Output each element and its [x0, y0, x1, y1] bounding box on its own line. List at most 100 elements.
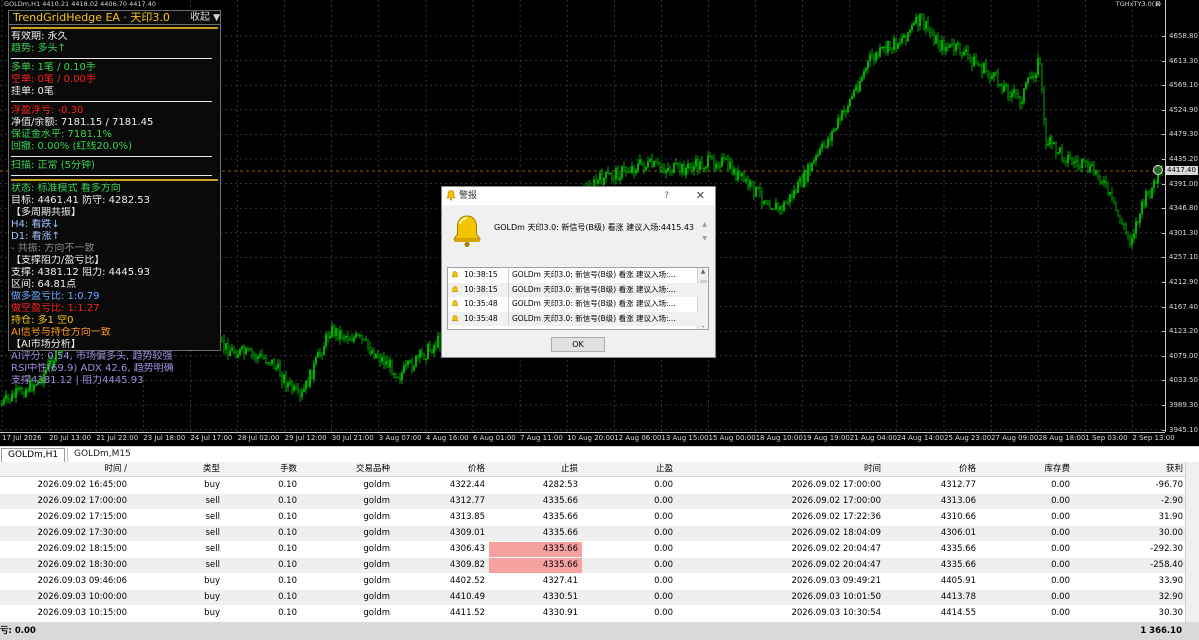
candle-body [419, 350, 421, 359]
candle-body [829, 138, 831, 141]
column-header[interactable]: 时间 / [104, 462, 127, 477]
candle-body [847, 105, 849, 113]
candle-body [685, 168, 687, 176]
alert-row[interactable]: 10:38:15 GOLDm 天印3.0: 新信号(B级) 看涨 建议入场:... [448, 282, 708, 297]
candle-body [743, 172, 745, 182]
table-cell: 4309.01 [449, 528, 485, 538]
alert-row[interactable]: 10:35:48 GOLDm 天印3.0: 新信号(B级) 看涨 建议入场:... [448, 311, 708, 326]
candle-body [961, 53, 963, 56]
candle-body [655, 161, 657, 163]
table-row[interactable]: 2026.09.02 16:45:00 buy 0.10 goldm 4322.44 42… [0, 478, 1199, 493]
table-row[interactable]: 2026.09.03 10:15:00 buy 0.10 goldm 4411.52 43… [0, 606, 1199, 621]
candle-body [1041, 63, 1043, 90]
price-tick [1162, 380, 1166, 382]
table-row[interactable]: 2026.09.02 17:15:00 sell 0.10 goldm 4313.85 4… [0, 510, 1199, 525]
tab-goldm-m15[interactable]: GOLDm,M15 [67, 448, 137, 462]
time-axis[interactable]: 17 Jul 2026 20 Jul 13:00 21 Jul 22:00 23 Ju… [0, 432, 1175, 446]
candle-body [383, 357, 385, 365]
candle-body [635, 169, 637, 174]
short-rr: 做空盈亏比: 1:1.27 [11, 303, 100, 314]
candle-body [633, 166, 635, 174]
candle-body [1083, 159, 1085, 161]
candle-body [917, 16, 919, 27]
candle-body [315, 357, 317, 364]
price-chart[interactable]: GOLDm,H1 4410.21 4418.02 4406.70 4417.40… [0, 0, 1199, 446]
collapse-triangle-icon[interactable]: ▼ [213, 11, 220, 25]
column-header[interactable]: 止盈 [656, 462, 673, 477]
candle-body [323, 346, 325, 356]
column-header[interactable]: 获利 [1166, 462, 1183, 477]
candle-body [955, 43, 957, 51]
candle-body [1125, 224, 1127, 233]
candle-body [745, 178, 747, 182]
candle-body [1023, 88, 1025, 103]
bell-icon [446, 190, 456, 201]
table-row[interactable]: 2026.09.02 18:15:00 sell 0.10 goldm 4306.43 4… [0, 542, 1199, 557]
sr-header: 【支撑阻力/盈亏比】 [11, 255, 105, 266]
column-header[interactable]: 价格 [959, 462, 976, 477]
table-row[interactable]: 2026.09.02 17:30:00 sell 0.10 goldm 4309.01 4… [0, 526, 1199, 541]
candle-body [877, 52, 879, 57]
candle-body [989, 74, 991, 80]
column-header[interactable]: 价格 [468, 462, 485, 477]
tab-goldm-h1[interactable]: GOLDm,H1 [1, 448, 66, 462]
alert-row[interactable]: 10:35:48 GOLDm 天印3.0: 新信号(B级) 看涨 建议入场:... [448, 297, 708, 312]
candle-body [821, 143, 823, 149]
panel-title: TrendGridHedge EA · 天印3.0 收起 ▼ [9, 11, 220, 25]
candle-body [905, 35, 907, 42]
column-header[interactable]: 库存费 [1044, 462, 1070, 477]
panel-collapse-button[interactable]: 收起 [190, 11, 210, 25]
column-header[interactable]: 交易品种 [356, 462, 390, 477]
candle-body [705, 166, 707, 169]
alert-row[interactable]: 10:38:15 GOLDm 天印3.0: 新信号(B级) 看涨 建议入场:... [448, 268, 708, 283]
column-header[interactable]: 止损 [561, 462, 578, 477]
column-header[interactable]: 类型 [203, 462, 220, 477]
price-tick [1162, 331, 1166, 333]
candle-body [1063, 157, 1065, 162]
column-header[interactable]: 时间 [864, 462, 881, 477]
current-price-tag: 4417.40 [1165, 166, 1198, 175]
candle-body [1011, 92, 1013, 98]
price-tick [1162, 405, 1166, 406]
candle-body [325, 333, 327, 347]
close-icon[interactable]: ✕ [696, 187, 705, 205]
column-header[interactable]: 手数 [280, 462, 297, 477]
candle-body [347, 335, 349, 340]
alert-history-list[interactable]: ▲ ▼ 10:38:15GOLDm 天印3.0: 新信号(B级) 看涨 建议入场… [447, 267, 709, 330]
candle-body [793, 190, 795, 198]
table-row[interactable]: 2026.09.02 17:00:00 sell 0.10 goldm 4312.77 4… [0, 494, 1199, 509]
message-scroll-arrows[interactable]: ▲ ▼ [702, 218, 707, 246]
candle-body [929, 29, 931, 33]
candle-body [331, 325, 333, 337]
candle-body [891, 47, 893, 50]
candle-body [277, 363, 279, 369]
table-row[interactable]: 2026.09.03 10:00:00 buy 0.10 goldm 4410.49 43… [0, 590, 1199, 605]
candle-body [275, 367, 277, 370]
candle-body [611, 173, 613, 179]
candle-body [805, 171, 807, 182]
candle-body [1087, 162, 1089, 173]
table-cell: 0.00 [654, 560, 673, 570]
table-cell: 4312.77 [449, 496, 485, 506]
candle-body [367, 339, 369, 348]
table-cell: 0.10 [278, 544, 297, 554]
candle-body [835, 127, 837, 130]
table-scrollbar[interactable] [1185, 462, 1199, 622]
table-row[interactable]: 2026.09.03 09:46:06 buy 0.10 goldm 4402.52 43… [0, 574, 1199, 589]
candle-body [21, 387, 23, 394]
table-row[interactable]: 2026.09.02 18:30:00 sell 0.10 goldm 4309.82 4… [0, 558, 1199, 573]
candle-body [859, 81, 861, 92]
candle-body [637, 163, 639, 171]
candle-body [307, 380, 309, 387]
candle-body [1043, 89, 1045, 120]
alert-title-bar[interactable]: 警报 ? ✕ [442, 187, 715, 205]
help-button[interactable]: ? [664, 187, 669, 205]
table-cell: 2026.09.03 10:30:54 [791, 608, 881, 618]
table-cell: 33.90 [1158, 576, 1183, 586]
chart-close-icon[interactable]: ⊗ [1155, 0, 1161, 8]
alert-dialog[interactable]: 警报 ? ✕ GOLDm 天印3.0: 新信号(B级) 看涨 建议入场:4415… [441, 186, 716, 358]
candle-body [669, 167, 671, 172]
price-tick-label: 4167.40 [1169, 302, 1198, 311]
ok-button[interactable]: OK [551, 337, 605, 352]
price-axis[interactable]: 4658.80 4613.30 4569.10 4524.90 4479.30 4435.… [1162, 0, 1199, 434]
